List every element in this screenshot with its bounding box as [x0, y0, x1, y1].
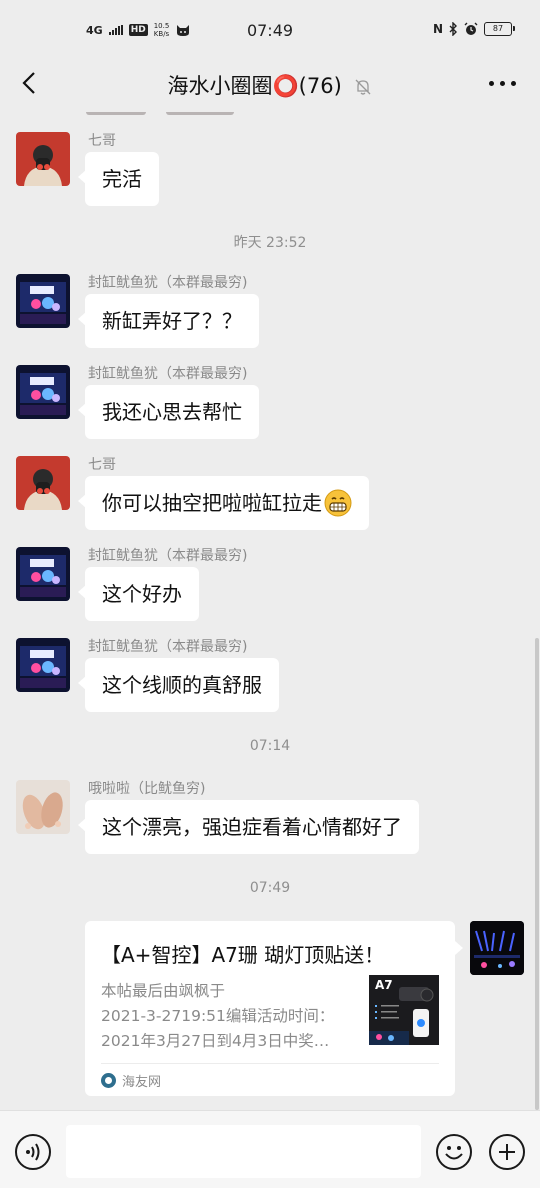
bluetooth-icon — [449, 22, 457, 36]
voice-icon — [26, 1143, 40, 1161]
chat-title-wrap: 海水小圈圈⭕(76) — [0, 70, 540, 100]
message-bubble[interactable]: 这个线顺的真舒服 — [78, 658, 279, 712]
avatar[interactable] — [16, 547, 70, 601]
link-card-description: 本帖最后由飒枫于 2021-3-2719:51编辑活动时间： 2021年3月27… — [101, 979, 353, 1054]
sender-name: 七哥 — [88, 457, 116, 473]
avatar[interactable] — [16, 132, 70, 186]
avatar[interactable] — [16, 274, 70, 328]
link-card-thumbnail: A7 — [369, 975, 439, 1045]
link-card-desc-line: 本帖最后由飒枫于 — [101, 982, 226, 1000]
sender-name: 封缸鱿鱼犹（本群最最穷) — [88, 639, 248, 655]
nfc-icon: N — [432, 22, 443, 36]
link-card-source-name: 海友网 — [122, 1075, 162, 1090]
sender-name: 封缸鱿鱼犹（本群最最穷) — [88, 275, 248, 291]
link-card-divider — [101, 1063, 439, 1064]
message-text: 你可以抽空把啦啦缸拉走 — [102, 491, 322, 515]
message-bubble[interactable]: 新缸弄好了？？ — [78, 294, 259, 348]
avatar[interactable] — [16, 456, 70, 510]
link-card-desc-line: 2021-3-2719:51编辑活动时间： — [101, 1007, 335, 1025]
more-options-button[interactable] — [489, 74, 516, 92]
avatar[interactable] — [16, 365, 70, 419]
sender-name: 七哥 — [88, 133, 116, 149]
message-bubble[interactable]: 完活 — [78, 152, 159, 206]
chat-title: 海水小圈圈⭕(76) — [167, 74, 342, 98]
status-right: N 87 — [432, 22, 515, 36]
battery-level: 87 — [492, 24, 504, 33]
sender-name: 封缸鱿鱼犹（本群最最穷) — [88, 366, 248, 382]
message-bubble[interactable]: 你可以抽空把啦啦缸拉走 — [78, 476, 369, 530]
link-card-title: 【A+智控】A7珊 瑚灯顶贴送！ — [101, 943, 385, 967]
mute-bell-icon — [356, 79, 371, 95]
voice-input-button[interactable] — [15, 1134, 51, 1170]
message-bubble[interactable]: 我还心思去帮忙 — [78, 385, 259, 439]
emoji-button[interactable] — [436, 1134, 472, 1170]
grinning-emoji-icon — [324, 489, 352, 516]
chat-messages[interactable]: 七哥 完活 昨天 23:52 封缸鱿鱼犹（本群最最穷) 新缸弄好了？？ 封缸鱿鱼… — [0, 106, 540, 1110]
more-functions-button[interactable] — [489, 1134, 525, 1170]
message-input[interactable] — [66, 1125, 421, 1178]
status-bar: 4G HD 10.5 KB/s 07:49 N 87 — [0, 0, 540, 60]
source-app-icon — [101, 1073, 116, 1088]
chat-scrollbar[interactable] — [535, 638, 539, 1110]
message-bubble[interactable]: 这个漂亮，强迫症看着心情都好了 — [78, 800, 419, 854]
link-card-desc-line: 2021年3月27日到4月3日中奖… — [101, 1032, 330, 1050]
sender-name: 哦啦啦（比鱿鱼穷) — [88, 781, 206, 797]
sender-name: 封缸鱿鱼犹（本群最最穷) — [88, 548, 248, 564]
link-card[interactable]: 【A+智控】A7珊 瑚灯顶贴送！ 本帖最后由飒枫于 2021-3-2719:51… — [85, 921, 463, 1096]
alarm-icon — [464, 22, 478, 35]
avatar[interactable] — [16, 638, 70, 692]
smiley-icon — [445, 1146, 463, 1160]
battery-icon: 87 — [484, 22, 515, 36]
previous-image-edge — [86, 106, 234, 115]
thumbnail-label: A7 — [375, 978, 393, 992]
message-bubble[interactable]: 这个好办 — [78, 567, 199, 621]
time-divider: 07:14 — [249, 738, 291, 754]
time-divider: 07:49 — [249, 880, 291, 896]
my-avatar[interactable] — [470, 921, 524, 975]
chat-header: 海水小圈圈⭕(76) — [0, 60, 540, 106]
avatar[interactable] — [16, 780, 70, 834]
input-bar — [0, 1110, 540, 1188]
time-divider: 昨天 23:52 — [233, 235, 307, 251]
link-card-source: 海友网 — [101, 1071, 161, 1090]
